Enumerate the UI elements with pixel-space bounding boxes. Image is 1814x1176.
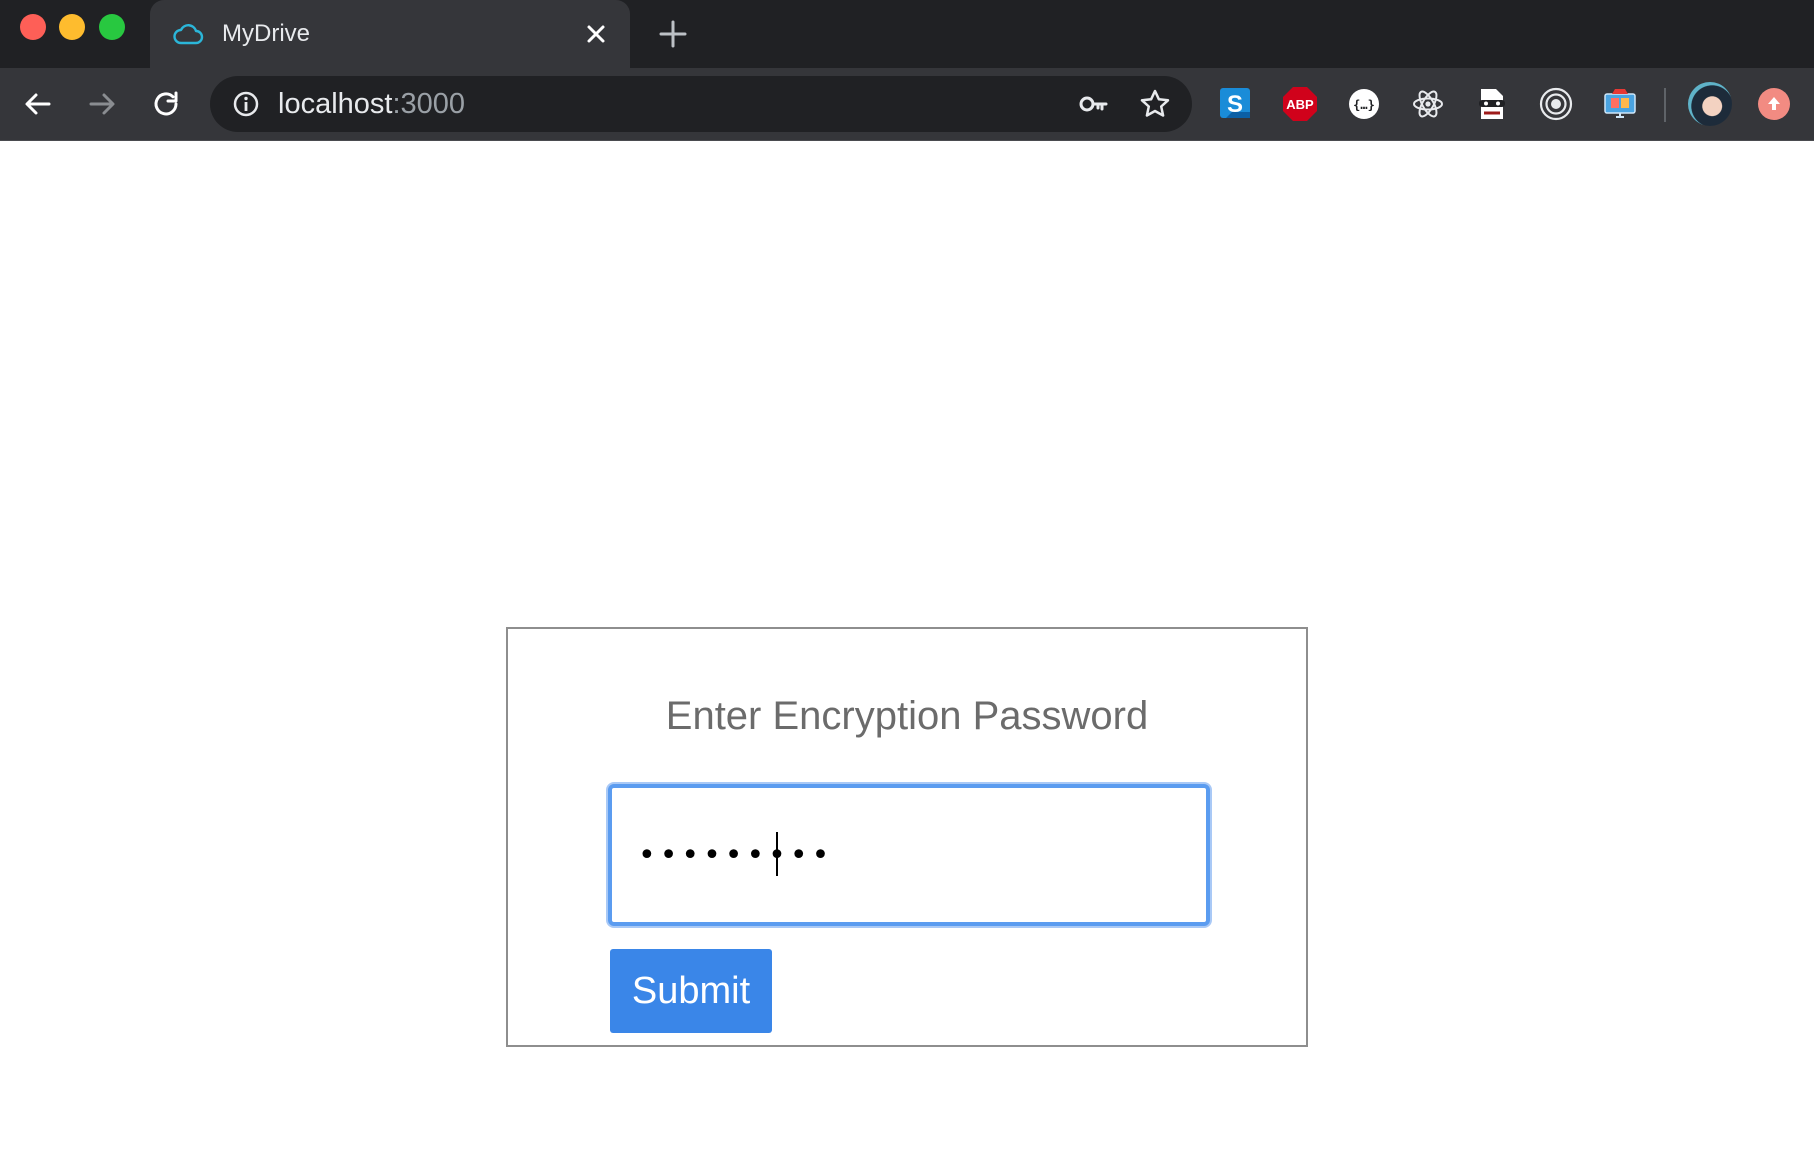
tab-title: MyDrive bbox=[222, 20, 310, 47]
close-tab-icon[interactable] bbox=[582, 20, 610, 48]
back-button[interactable] bbox=[18, 84, 58, 124]
text-caret bbox=[776, 832, 778, 876]
tab-strip: MyDrive bbox=[0, 0, 1814, 68]
svg-text:S: S bbox=[1227, 91, 1243, 118]
info-icon[interactable] bbox=[232, 90, 260, 118]
monitor-extension-button[interactable] bbox=[1600, 84, 1640, 124]
react-devtools-icon bbox=[1413, 90, 1443, 118]
cloud-icon bbox=[173, 24, 204, 45]
reload-icon bbox=[154, 91, 178, 116]
page-title: Enter Encryption Password bbox=[665, 694, 1149, 738]
arrow-left-icon bbox=[25, 93, 51, 115]
bookmark-star-icon[interactable] bbox=[1138, 87, 1172, 121]
update-button[interactable] bbox=[1758, 88, 1790, 120]
submit-button[interactable]: Submit bbox=[610, 949, 772, 1033]
skype-extension-button[interactable]: S bbox=[1216, 84, 1256, 124]
forward-button[interactable] bbox=[82, 84, 122, 124]
url-host: localhost bbox=[278, 88, 393, 120]
address-bar[interactable]: localhost:3000 bbox=[210, 76, 1192, 132]
incognito-mask-icon bbox=[1479, 89, 1505, 119]
arrow-up-icon bbox=[1768, 97, 1780, 110]
arrow-right-icon bbox=[89, 93, 115, 115]
incognito-extension-button[interactable] bbox=[1472, 84, 1512, 124]
key-icon[interactable] bbox=[1078, 89, 1108, 119]
toolbar-divider bbox=[1664, 88, 1666, 122]
json-formatter-icon: {…} bbox=[1349, 89, 1379, 119]
window-maximize-button[interactable] bbox=[99, 14, 125, 40]
reload-button[interactable] bbox=[146, 84, 186, 124]
window-minimize-button[interactable] bbox=[59, 14, 85, 40]
url-text[interactable]: localhost:3000 bbox=[278, 86, 465, 122]
browser-tab-active[interactable]: MyDrive bbox=[150, 0, 630, 68]
encryption-password-card: Enter Encryption Password ••••••••• Subm… bbox=[506, 627, 1308, 1047]
svg-text:ABP: ABP bbox=[1286, 97, 1314, 112]
profile-avatar[interactable] bbox=[1688, 82, 1732, 126]
svg-text:{…}: {…} bbox=[1353, 98, 1375, 112]
password-input[interactable]: ••••••••• bbox=[608, 784, 1210, 926]
json-extension-button[interactable]: {…} bbox=[1344, 84, 1384, 124]
skype-icon: S bbox=[1220, 88, 1250, 118]
target-icon bbox=[1539, 87, 1573, 121]
new-tab-icon[interactable] bbox=[657, 18, 689, 50]
target-extension-button[interactable] bbox=[1536, 84, 1576, 124]
adblock-plus-icon: ABP bbox=[1283, 87, 1317, 121]
browser-toolbar: localhost:3000 S ABP {…} bbox=[0, 68, 1814, 141]
adblock-extension-button[interactable]: ABP bbox=[1280, 84, 1320, 124]
react-devtools-extension-button[interactable] bbox=[1408, 84, 1448, 124]
password-masked-value: ••••••••• bbox=[638, 838, 834, 873]
window-close-button[interactable] bbox=[20, 14, 46, 40]
url-port: :3000 bbox=[392, 88, 466, 120]
monitor-icon bbox=[1604, 89, 1636, 118]
page-content: Enter Encryption Password ••••••••• Subm… bbox=[0, 142, 1814, 1176]
